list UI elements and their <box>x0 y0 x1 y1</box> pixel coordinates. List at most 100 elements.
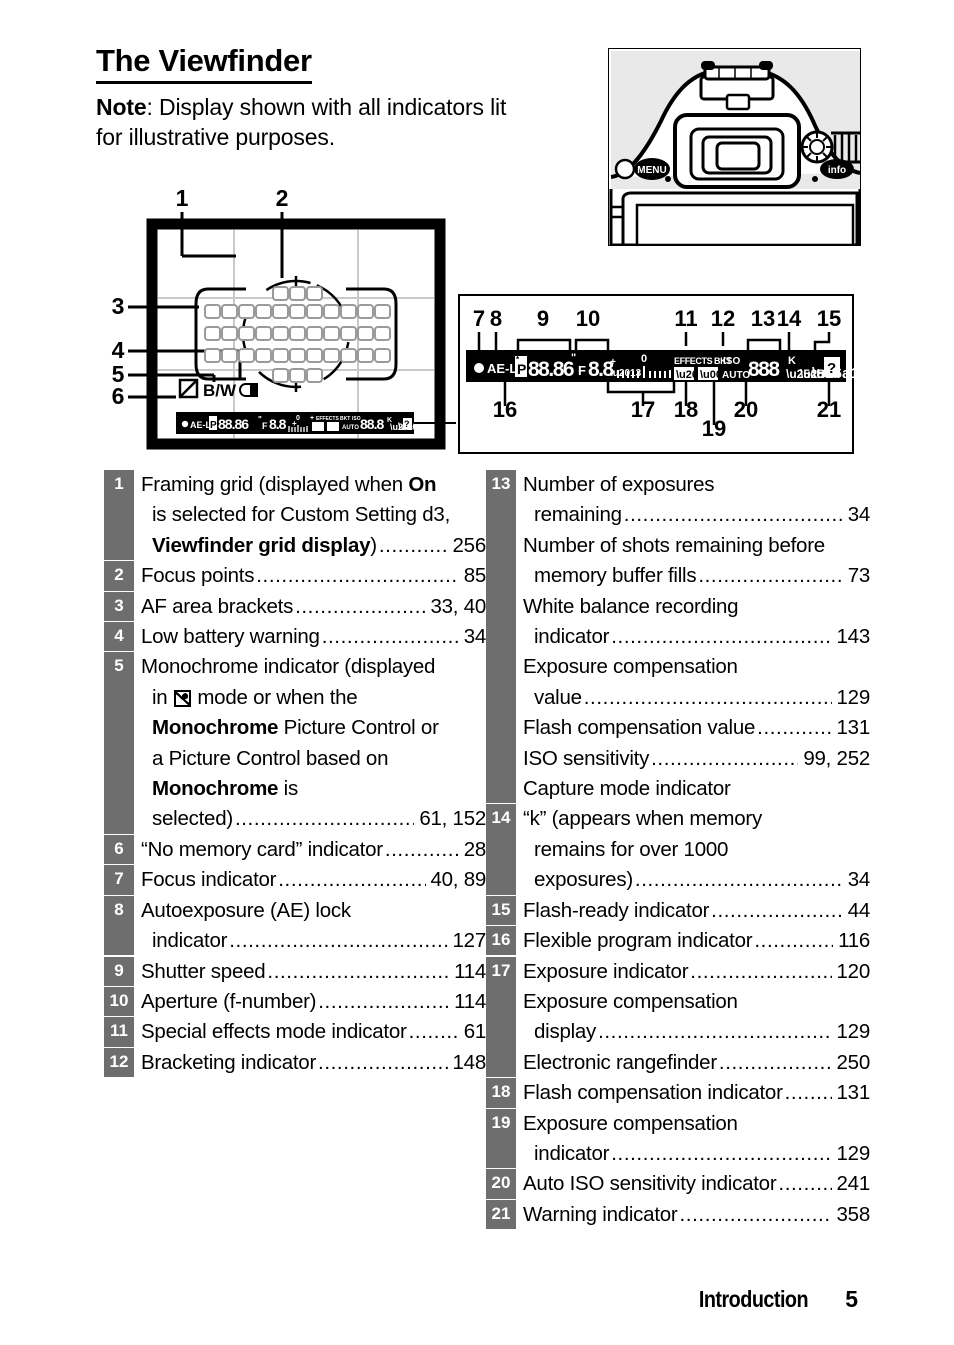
legend-line: Exposure compensation <box>516 652 870 682</box>
legend-line: Number of shots remaining before <box>516 531 870 561</box>
page-reference: 129 <box>836 1141 871 1165</box>
legend-label: Auto ISO sensitivity indicator <box>523 1172 777 1196</box>
legend-entry: 2 Focus points...........................… <box>104 561 486 592</box>
svg-text:+: + <box>310 415 314 422</box>
page-reference: 143 <box>836 625 871 649</box>
legend-number-badge: 17 <box>486 956 516 1079</box>
legend-text: a Picture Control based on <box>152 746 389 770</box>
legend-entry: 17 Exposure indicator....................… <box>486 956 870 1079</box>
legend-entry-body: Exposure compensation indicator..........… <box>516 1109 870 1170</box>
legend-text: Number of exposures <box>523 473 715 496</box>
page-reference: 114 <box>454 989 486 1013</box>
svg-text:?: ? <box>404 419 410 429</box>
aperture-f-label: F <box>578 363 586 378</box>
leader-dots: ........................................… <box>611 625 832 649</box>
leader-dots: ........................................… <box>611 1141 832 1165</box>
legend-line: Exposure indicator......................… <box>516 957 870 987</box>
page-reference: 33, 40 <box>430 594 487 618</box>
legend-entry: 18Flash compensation indicator..........… <box>486 1078 870 1109</box>
page-reference: 28 <box>463 837 487 861</box>
page-reference: 99, 252 <box>803 746 870 770</box>
page-reference: 127 <box>452 929 487 953</box>
status-bar-detail-figure: 7 8 9 10 11 12 13 14 15 16 17 18 19 20 2… <box>458 294 859 454</box>
svg-text:F: F <box>262 421 268 431</box>
footer-chapter: Introduction <box>699 1286 809 1312</box>
legend-text: Monochrome is <box>152 777 298 801</box>
camera-menu-button-label: MENU <box>637 165 666 176</box>
leader-dots: ........................................… <box>679 1202 832 1226</box>
legend-line: Electronic rangefinder..................… <box>516 1048 870 1078</box>
leader-dots: ........................................… <box>690 959 831 983</box>
legend-line: Special effects mode indicator..........… <box>134 1017 486 1047</box>
legend-line: indicator...............................… <box>516 1139 870 1169</box>
shutter-speed-digits: 88.86 <box>528 358 574 381</box>
leader-dots: ........................................… <box>623 503 843 527</box>
legend-number-badge: 11 <box>104 1017 134 1048</box>
legend-entry: 6“No memory card” indicator.............… <box>104 834 486 866</box>
legend-line: Monochrome is <box>134 774 486 804</box>
legend-line: AF area brackets........................… <box>134 592 486 622</box>
legend-line: display.................................… <box>516 1017 870 1047</box>
legend-entry-body: Low battery warning.....................… <box>134 622 486 652</box>
callout-13: 13 <box>751 306 775 331</box>
leader-dots: ........................................… <box>229 929 447 953</box>
legend-number-badge: 1 <box>104 470 134 562</box>
legend-line: Autoexposure (AE) lock <box>134 896 486 926</box>
legend-label: ISO sensitivity <box>523 746 650 770</box>
legend-line: remains for over 1000 <box>516 835 870 865</box>
focus-indicator-dot <box>474 363 484 373</box>
legend-line: ISO sensitivity.........................… <box>516 744 870 774</box>
legend-text: Number of shots remaining before <box>523 533 825 557</box>
legend-text: remains for over 1000 <box>534 837 729 861</box>
page-reference: 129 <box>836 1020 871 1044</box>
camera-rear-svg: MENU info <box>609 49 860 245</box>
legend-label: Warning indicator <box>523 1202 678 1226</box>
legend-line: “No memory card” indicator..............… <box>134 835 486 865</box>
legend-label: Exposure indicator <box>523 959 689 983</box>
legend-line: Flash compensation value................… <box>516 713 870 743</box>
legend-label: Flash-ready indicator <box>523 898 710 922</box>
legend-entry-body: Focus points............................… <box>134 561 486 591</box>
leader-dots: ........................................… <box>384 837 459 861</box>
page-reference: 120 <box>836 959 871 983</box>
svg-text:0: 0 <box>296 415 300 422</box>
legend-number-badge: 15 <box>486 895 516 927</box>
legend-label: Viewfinder grid display) <box>152 533 377 557</box>
page-reference: 250 <box>836 1050 871 1074</box>
svg-text:88.8: 88.8 <box>360 416 384 432</box>
callout-10: 10 <box>576 306 600 331</box>
legend-label: Bracketing indicator <box>141 1050 317 1074</box>
legend-number-badge: 4 <box>104 622 134 653</box>
legend-text: Exposure compensation <box>523 989 738 1013</box>
legend-lists: 1 Framing grid (displayed when On is selec… <box>0 470 954 1240</box>
legend-label: display <box>534 1020 597 1044</box>
page-header: The Viewfinder Note: Display shown with … <box>96 43 596 153</box>
callout-14: 14 <box>777 306 802 331</box>
legend-label: Flash compensation value <box>523 716 756 740</box>
legend-entry-body: Flash compensation indicator............… <box>516 1078 870 1108</box>
legend-number-badge: 16 <box>486 926 516 957</box>
legend-line: memory buffer fills.....................… <box>516 561 870 591</box>
legend-line: Exposure compensation <box>516 987 870 1017</box>
legend-column-left: 1 Framing grid (displayed when On is selec… <box>104 470 487 1079</box>
shutter-seconds-mark: " <box>571 352 576 364</box>
monochrome-bw-label: B/W <box>203 381 237 400</box>
legend-text: Exposure compensation <box>523 655 738 679</box>
legend-entry: 11 Special effects mode indicator........… <box>104 1017 486 1048</box>
legend-entry: 16 Flexible program indicator............… <box>486 926 870 957</box>
viewfinder-svg: 1 2 3 4 5 6 B/W AE-L P 88.86 " F 8.8 + 0… <box>112 185 456 450</box>
page-reference: 40, 89 <box>430 868 487 892</box>
legend-entry: 7Focus indicator........................… <box>104 865 487 896</box>
legend-entry: 13 Number of exposures remaining..........… <box>486 470 871 805</box>
callout-7: 7 <box>473 306 485 331</box>
legend-entry: 8 Autoexposure (AE) lock indicator........… <box>104 895 487 957</box>
legend-entry-body: Bracketing indicator....................… <box>134 1048 486 1078</box>
legend-text: “k” (appears when memory <box>523 807 762 831</box>
legend-label: indicator <box>534 625 610 649</box>
legend-line: Shutter speed...........................… <box>134 957 486 987</box>
legend-entry-body: AF area brackets........................… <box>134 592 486 622</box>
page-reference: 131 <box>836 1081 871 1105</box>
legend-number-badge: 7 <box>104 865 134 896</box>
legend-line: Monochrome indicator (displayed <box>134 652 486 682</box>
legend-label: Aperture (f-number) <box>141 989 317 1013</box>
